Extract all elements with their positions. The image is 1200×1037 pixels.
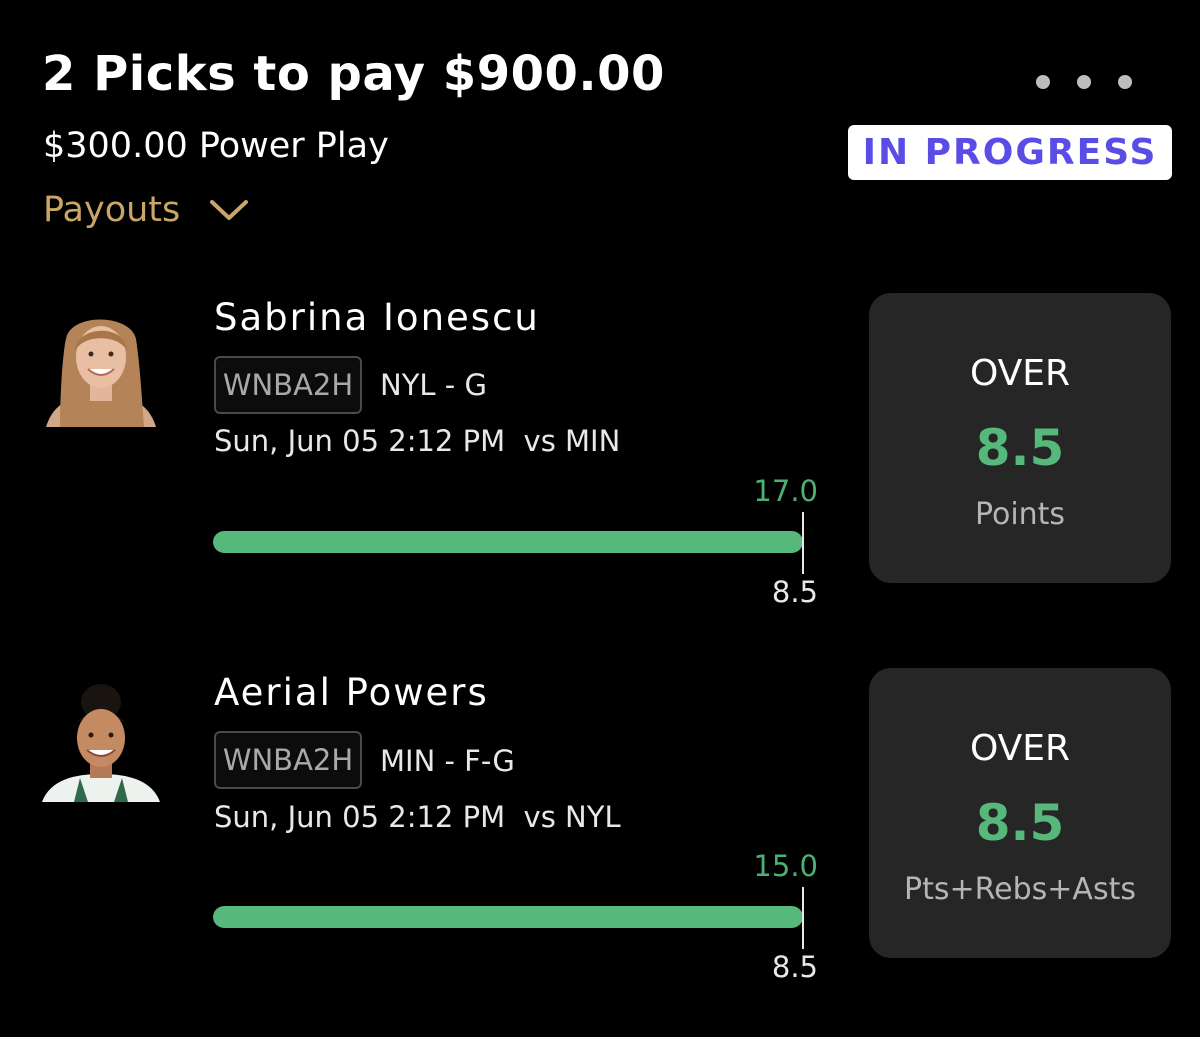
pick-card: Aerial Powers WNBA2H MIN - F-G Sun, Jun … xyxy=(0,0,1200,984)
progress-fill xyxy=(213,531,803,553)
league-badge: WNBA2H xyxy=(214,356,362,414)
player-avatar xyxy=(42,684,160,802)
progress-bar xyxy=(213,906,803,928)
projection-line: 8.5 xyxy=(975,419,1065,477)
current-stat-value: 15.0 xyxy=(753,849,818,883)
player-name: Aerial Powers xyxy=(214,671,489,714)
stat-type: Points xyxy=(974,497,1066,532)
projection-line: 8.5 xyxy=(975,794,1065,852)
line-marker xyxy=(802,887,804,949)
pick-direction: OVER xyxy=(969,728,1071,769)
stat-type: Pts+Rebs+Asts xyxy=(904,872,1136,907)
line-marker xyxy=(802,512,804,574)
team-position: MIN - F-G xyxy=(380,744,515,778)
line-value: 8.5 xyxy=(771,950,818,984)
league-badge: WNBA2H xyxy=(214,731,362,789)
line-value: 8.5 xyxy=(771,575,818,609)
pick-direction: OVER xyxy=(969,353,1071,394)
projection-card[interactable]: OVER 8.5 Pts+Rebs+Asts xyxy=(869,668,1171,958)
current-stat-value: 17.0 xyxy=(753,474,818,508)
team-position: NYL - G xyxy=(380,368,487,402)
progress-fill xyxy=(213,906,803,928)
game-info: Sun, Jun 05 2:12 PM vs MIN xyxy=(214,424,621,458)
player-avatar xyxy=(46,319,156,427)
game-info: Sun, Jun 05 2:12 PM vs NYL xyxy=(214,800,621,834)
projection-card[interactable]: OVER 8.5 Points xyxy=(869,293,1171,583)
progress-bar xyxy=(213,531,803,553)
